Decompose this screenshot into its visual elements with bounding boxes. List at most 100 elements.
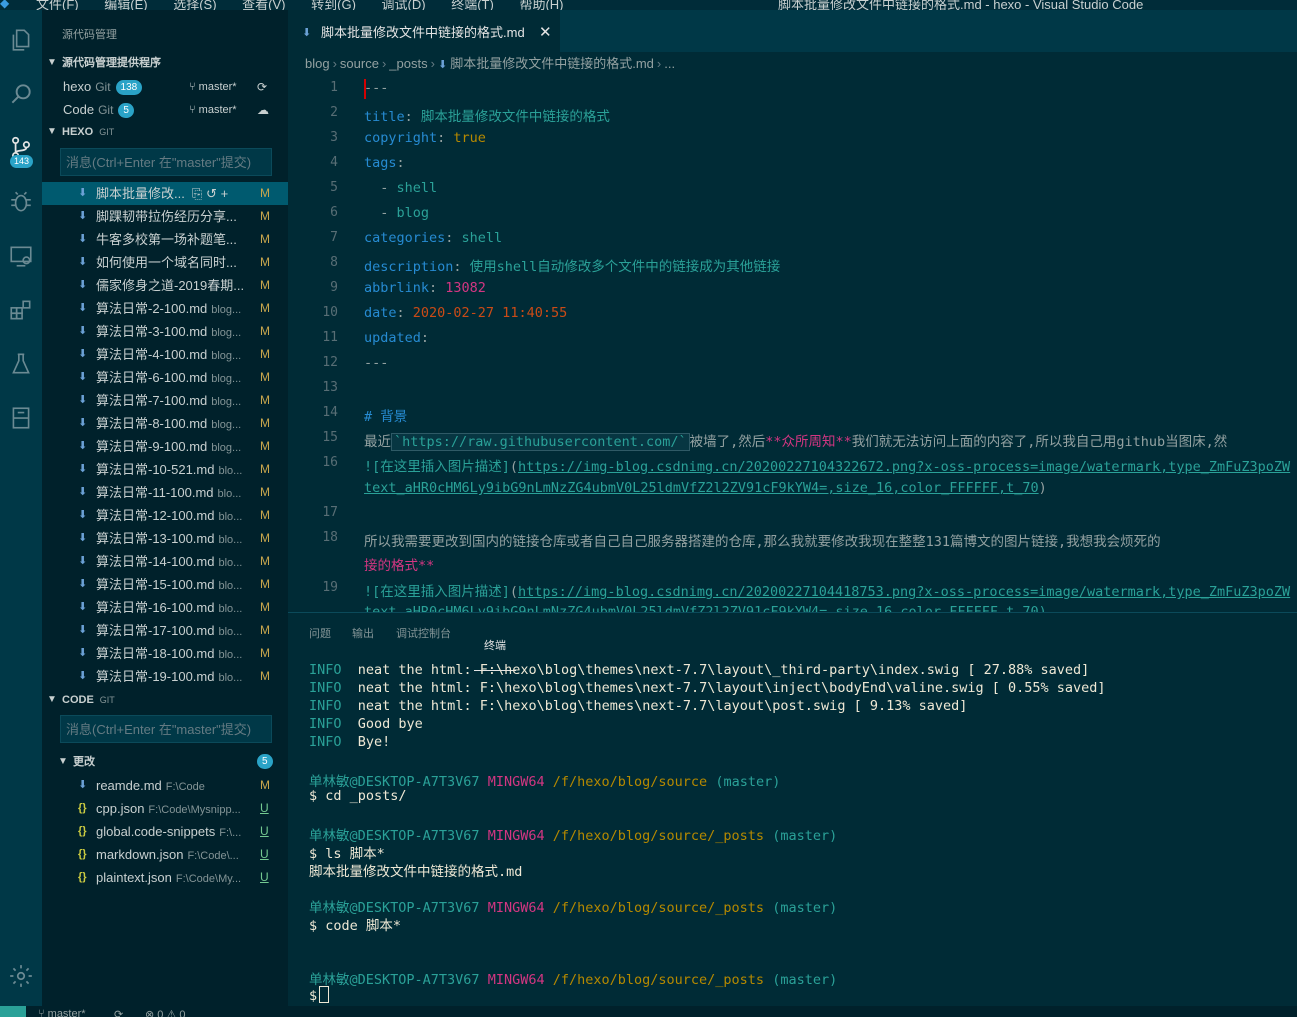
changed-file-item[interactable]: ⬇ 算法日常-4-100.md blog... M [42, 343, 288, 366]
file-name: 算法日常-15-100.md [96, 577, 215, 592]
changed-file-item[interactable]: ⬇ 算法日常-8-100.md blog... M [42, 412, 288, 435]
terminal-prompt-line: 单林敏@DESKTOP-A7T3V67 MINGW64 /f/hexo/blog… [309, 828, 838, 844]
line-number: 19 [322, 580, 338, 595]
changed-file-item[interactable]: ⬇ 算法日常-15-100.md blo... M [42, 573, 288, 596]
search-icon[interactable] [0, 74, 42, 114]
changed-file-item[interactable]: ⬇ 算法日常-3-100.md blog... M [42, 320, 288, 343]
tab-problems[interactable]: 问题 [309, 625, 331, 641]
changed-file-item[interactable]: {} markdown.json F:\Code\... U [42, 843, 288, 866]
menu-go[interactable]: 转到(G) [311, 0, 356, 10]
status-bar: ⑂ master* ⟳ ⊗ 0 ⚠ 0 [0, 1006, 1297, 1017]
changed-file-item[interactable]: ⬇ 算法日常-11-100.md blo... M [42, 481, 288, 504]
breadcrumb-item[interactable]: _posts [389, 56, 427, 71]
menu-edit[interactable]: 编辑(E) [104, 0, 147, 10]
changed-file-item[interactable]: {} plaintext.json F:\Code\My... U [42, 866, 288, 889]
terminal-line: INFO neat the html: F:\hexo\blog\themes\… [309, 680, 1106, 696]
line-number: 14 [322, 405, 338, 420]
code-line: ![在这里插入图片描述](https://img-blog.csdnimg.cn… [364, 584, 1291, 600]
source-control-icon[interactable]: 143 [0, 128, 42, 168]
changed-file-item[interactable]: ⬇ 算法日常-6-100.md blog... M [42, 366, 288, 389]
breadcrumb-item[interactable]: source [340, 56, 379, 71]
terminal-input-line[interactable]: $ [309, 986, 330, 1004]
changed-file-item[interactable]: ⬇ 算法日常-19-100.md blo... M [42, 665, 288, 688]
changed-file-item[interactable]: ⬇ 脚本批量修改... ⎘ ↺ + M [42, 182, 288, 205]
changed-file-item[interactable]: ⬇ reamde.md F:\Code M [42, 774, 288, 797]
notebook-icon[interactable] [0, 398, 42, 438]
chevron-down-icon: ▼ [58, 756, 68, 767]
menu-terminal[interactable]: 终端(T) [451, 0, 494, 10]
changed-file-item[interactable]: {} cpp.json F:\Code\Mysnipp... U [42, 797, 288, 820]
hexo-commit-message-input[interactable]: 消息(Ctrl+Enter 在"master"提交) [60, 148, 272, 176]
provider-code[interactable]: Code Git 5 ⑂ master* ☁ [42, 99, 288, 121]
code-line: title: 脚本批量修改文件中链接的格式 [364, 109, 610, 125]
status-branch[interactable]: ⑂ master* [38, 1008, 86, 1017]
provider-hexo[interactable]: hexo Git 138 ⑂ master* ⟳ [42, 76, 288, 98]
sidebar-title: 源代码管理 [62, 29, 117, 41]
changed-file-item[interactable]: ⬇ 脚踝韧带拉伤经历分享... M [42, 205, 288, 228]
changed-file-item[interactable]: ⬇ 算法日常-2-100.md blog... M [42, 297, 288, 320]
changed-file-item[interactable]: ⬇ 牛客多校第一场补题笔... M [42, 228, 288, 251]
changed-file-item[interactable]: ⬇ 算法日常-12-100.md blo... M [42, 504, 288, 527]
close-icon[interactable]: ✕ [539, 10, 552, 56]
changed-file-item[interactable]: ⬇ 算法日常-14-100.md blo... M [42, 550, 288, 573]
breadcrumb-item[interactable]: ... [664, 56, 675, 71]
changed-file-item[interactable]: ⬇ 算法日常-7-100.md blog... M [42, 389, 288, 412]
hexo-section-header[interactable]: ▼ HEXO GIT [42, 121, 288, 143]
tab-output[interactable]: 输出 [352, 625, 374, 641]
markdown-icon: ⬇ [78, 779, 88, 791]
changed-file-item[interactable]: ⬇ 算法日常-10-521.md blo... M [42, 458, 288, 481]
changed-file-item[interactable]: ⬇ 如何使用一个域名同时... M [42, 251, 288, 274]
provider-type: Git [95, 80, 111, 94]
settings-gear-icon[interactable] [0, 956, 42, 996]
changed-file-item[interactable]: ⬇ 儒家修身之道-2019春期... M [42, 274, 288, 297]
tab-debug-console[interactable]: 调试控制台 [396, 625, 451, 641]
menu-selection[interactable]: 选择(S) [173, 0, 216, 10]
menu-file[interactable]: 文件(F) [36, 0, 79, 10]
tab-active-file[interactable]: ⬇ 脚本批量修改文件中链接的格式.md ✕ [288, 10, 560, 52]
changed-file-item[interactable]: {} global.code-snippets F:\... U [42, 820, 288, 843]
sync-icon[interactable]: ⟳ [257, 76, 267, 98]
file-path: blog... [211, 396, 242, 408]
line-number: 5 [330, 180, 338, 195]
code-commit-message-input[interactable]: 消息(Ctrl+Enter 在"master"提交) [60, 715, 272, 743]
explorer-icon[interactable] [0, 20, 42, 60]
breadcrumb-item[interactable]: blog [305, 56, 330, 71]
file-path: blog... [211, 373, 242, 385]
markdown-icon: ⬇ [78, 394, 88, 406]
changes-group-header[interactable]: ▼ 更改 5 [42, 751, 288, 773]
file-path: blo... [218, 649, 243, 661]
changed-file-item[interactable]: ⬇ 算法日常-9-100.md blog... M [42, 435, 288, 458]
debug-icon[interactable] [0, 182, 42, 222]
changed-file-item[interactable]: ⬇ 算法日常-18-100.md blo... M [42, 642, 288, 665]
file-status: M [260, 278, 270, 292]
menu-view[interactable]: 查看(V) [242, 0, 285, 10]
test-icon[interactable] [0, 344, 42, 384]
providers-section-header[interactable]: ▼ 源代码管理提供程序 [42, 52, 288, 74]
provider-branch[interactable]: ⑂ master* [189, 99, 237, 121]
sync-icon[interactable]: ⟳ [114, 1008, 123, 1017]
menu-help[interactable]: 帮助(H) [519, 0, 563, 10]
changed-file-item[interactable]: ⬇ 算法日常-16-100.md blo... M [42, 596, 288, 619]
markdown-icon: ⬇ [78, 647, 88, 659]
menu-debug[interactable]: 调试(D) [382, 0, 426, 10]
provider-branch[interactable]: ⑂ master* [189, 76, 237, 98]
publish-cloud-icon[interactable]: ☁ [257, 99, 269, 121]
file-name: 算法日常-4-100.md [96, 347, 208, 362]
discard-changes-icon[interactable]: ↺ [206, 186, 217, 201]
extensions-icon[interactable] [0, 290, 42, 330]
breadcrumb-item[interactable]: 脚本批量修改文件中链接的格式.md [450, 56, 654, 71]
code-section-header[interactable]: ▼ CODE GIT [42, 689, 288, 711]
file-status: M [260, 370, 270, 384]
remote-explorer-icon[interactable] [0, 236, 42, 276]
code-editor[interactable]: 1 2 3 4 5 6 7 8 9 10 11 12 13 14 15 16 17 18 19 --- title:… [288, 74, 1297, 612]
status-problems[interactable]: ⊗ 0 ⚠ 0 [145, 1008, 186, 1017]
code-line: - blog [364, 205, 430, 221]
stage-changes-icon[interactable]: + [221, 186, 229, 201]
open-file-icon[interactable]: ⎘ [192, 186, 202, 201]
changed-file-item[interactable]: ⬇ 算法日常-13-100.md blo... M [42, 527, 288, 550]
file-name: 算法日常-18-100.md [96, 646, 215, 661]
remote-indicator-icon[interactable] [0, 1006, 26, 1017]
changed-file-item[interactable]: ⬇ 算法日常-17-100.md blo... M [42, 619, 288, 642]
file-path: F:\Code\... [187, 850, 239, 862]
file-status: M [260, 393, 270, 407]
